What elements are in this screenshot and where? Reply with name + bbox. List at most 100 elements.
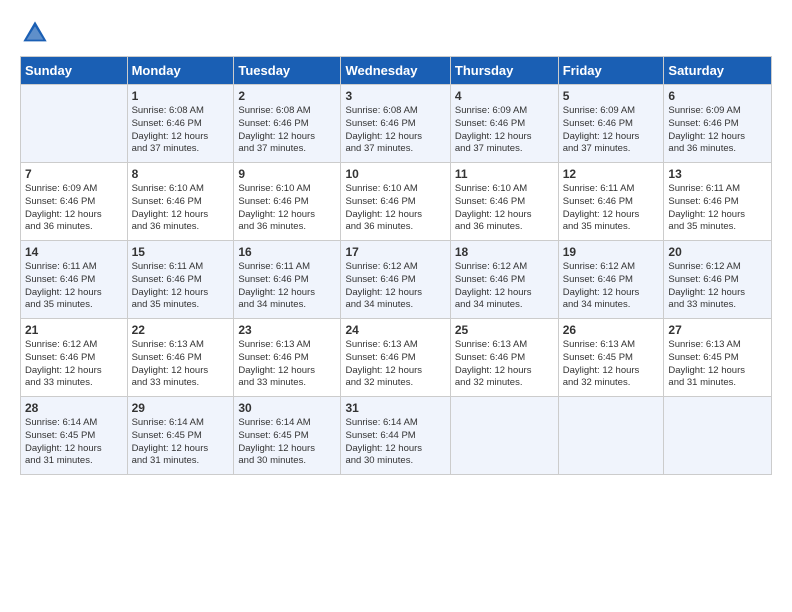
cell-info: Sunrise: 6:11 AM Sunset: 6:46 PM Dayligh… — [668, 183, 767, 234]
week-row-3: 14 Sunrise: 6:11 AM Sunset: 6:46 PM Dayli… — [21, 241, 772, 319]
calendar-cell: 25 Sunrise: 6:13 AM Sunset: 6:46 PM Dayli… — [450, 319, 558, 397]
cell-info: Sunrise: 6:13 AM Sunset: 6:46 PM Dayligh… — [345, 339, 445, 390]
calendar-cell: 16Sunrise: 6:11 AM Sunset: 6:46 PM Dayli… — [234, 241, 341, 319]
day-number: 4 — [455, 89, 554, 103]
day-number: 27 — [668, 323, 767, 337]
day-number: 17 — [345, 245, 445, 259]
week-row-2: 7Sunrise: 6:09 AM Sunset: 6:46 PM Daylig… — [21, 163, 772, 241]
day-number: 28 — [25, 401, 123, 415]
week-row-1: 1 Sunrise: 6:08 AM Sunset: 6:46 PM Daylig… — [21, 85, 772, 163]
day-number: 19 — [563, 245, 660, 259]
day-number: 2 — [238, 89, 336, 103]
week-row-5: 28 Sunrise: 6:14 AM Sunset: 6:45 PM Dayli… — [21, 397, 772, 475]
calendar-cell — [21, 85, 128, 163]
day-number: 12 — [563, 167, 660, 181]
day-number: 5 — [563, 89, 660, 103]
day-number: 15 — [132, 245, 230, 259]
calendar-cell: 14 Sunrise: 6:11 AM Sunset: 6:46 PM Dayli… — [21, 241, 128, 319]
cell-info: Sunrise: 6:14 AM Sunset: 6:44 PM Dayligh… — [345, 417, 445, 468]
calendar-cell: 30 Sunrise: 6:14 AM Sunset: 6:45 PM Dayli… — [234, 397, 341, 475]
cell-info: Sunrise: 6:09 AM Sunset: 6:46 PM Dayligh… — [668, 105, 767, 156]
calendar-table: SundayMondayTuesdayWednesdayThursdayFrid… — [20, 56, 772, 475]
day-number: 6 — [668, 89, 767, 103]
cell-info: Sunrise: 6:14 AM Sunset: 6:45 PM Dayligh… — [132, 417, 230, 468]
day-number: 22 — [132, 323, 230, 337]
day-number: 7 — [25, 167, 123, 181]
cell-info: Sunrise: 6:12 AM Sunset: 6:46 PM Dayligh… — [563, 261, 660, 312]
day-number: 10 — [345, 167, 445, 181]
calendar-cell: 17 Sunrise: 6:12 AM Sunset: 6:46 PM Dayli… — [341, 241, 450, 319]
cell-info: Sunrise: 6:13 AM Sunset: 6:45 PM Dayligh… — [668, 339, 767, 390]
day-number: 25 — [455, 323, 554, 337]
calendar-cell: 31 Sunrise: 6:14 AM Sunset: 6:44 PM Dayli… — [341, 397, 450, 475]
day-number: 11 — [455, 167, 554, 181]
weekday-header-wednesday: Wednesday — [341, 57, 450, 85]
calendar-cell: 26 Sunrise: 6:13 AM Sunset: 6:45 PM Dayli… — [558, 319, 664, 397]
calendar-cell — [450, 397, 558, 475]
cell-info: Sunrise: 6:12 AM Sunset: 6:46 PM Dayligh… — [345, 261, 445, 312]
calendar-cell: 29 Sunrise: 6:14 AM Sunset: 6:45 PM Dayli… — [127, 397, 234, 475]
calendar-cell: 3Sunrise: 6:08 AM Sunset: 6:46 PM Daylig… — [341, 85, 450, 163]
calendar-cell: 11 Sunrise: 6:10 AM Sunset: 6:46 PM Dayli… — [450, 163, 558, 241]
calendar-cell: 1 Sunrise: 6:08 AM Sunset: 6:46 PM Daylig… — [127, 85, 234, 163]
calendar-cell: 6 Sunrise: 6:09 AM Sunset: 6:46 PM Daylig… — [664, 85, 772, 163]
calendar-cell: 22 Sunrise: 6:13 AM Sunset: 6:46 PM Dayli… — [127, 319, 234, 397]
day-number: 24 — [345, 323, 445, 337]
cell-info: Sunrise: 6:13 AM Sunset: 6:45 PM Dayligh… — [563, 339, 660, 390]
day-number: 3 — [345, 89, 445, 103]
calendar-cell: 21Sunrise: 6:12 AM Sunset: 6:46 PM Dayli… — [21, 319, 128, 397]
day-number: 30 — [238, 401, 336, 415]
cell-info: Sunrise: 6:09 AM Sunset: 6:46 PM Dayligh… — [563, 105, 660, 156]
cell-info: Sunrise: 6:14 AM Sunset: 6:45 PM Dayligh… — [238, 417, 336, 468]
cell-info: Sunrise: 6:10 AM Sunset: 6:46 PM Dayligh… — [345, 183, 445, 234]
day-number: 18 — [455, 245, 554, 259]
page-container: SundayMondayTuesdayWednesdayThursdayFrid… — [0, 0, 792, 485]
calendar-cell: 10 Sunrise: 6:10 AM Sunset: 6:46 PM Dayli… — [341, 163, 450, 241]
cell-info: Sunrise: 6:14 AM Sunset: 6:45 PM Dayligh… — [25, 417, 123, 468]
day-number: 13 — [668, 167, 767, 181]
day-number: 29 — [132, 401, 230, 415]
cell-info: Sunrise: 6:08 AM Sunset: 6:46 PM Dayligh… — [238, 105, 336, 156]
day-number: 1 — [132, 89, 230, 103]
calendar-cell: 2 Sunrise: 6:08 AM Sunset: 6:46 PM Daylig… — [234, 85, 341, 163]
weekday-header-saturday: Saturday — [664, 57, 772, 85]
cell-info: Sunrise: 6:08 AM Sunset: 6:46 PM Dayligh… — [132, 105, 230, 156]
cell-info: Sunrise: 6:10 AM Sunset: 6:46 PM Dayligh… — [455, 183, 554, 234]
cell-info: Sunrise: 6:12 AM Sunset: 6:46 PM Dayligh… — [668, 261, 767, 312]
logo-icon — [20, 18, 50, 48]
cell-info: Sunrise: 6:13 AM Sunset: 6:46 PM Dayligh… — [455, 339, 554, 390]
calendar-cell: 24 Sunrise: 6:13 AM Sunset: 6:46 PM Dayli… — [341, 319, 450, 397]
cell-info: Sunrise: 6:11 AM Sunset: 6:46 PM Dayligh… — [132, 261, 230, 312]
cell-info: Sunrise: 6:11 AM Sunset: 6:46 PM Dayligh… — [563, 183, 660, 234]
cell-info: Sunrise: 6:09 AM Sunset: 6:46 PM Dayligh… — [455, 105, 554, 156]
calendar-cell: 13 Sunrise: 6:11 AM Sunset: 6:46 PM Dayli… — [664, 163, 772, 241]
day-number: 31 — [345, 401, 445, 415]
day-number: 21 — [25, 323, 123, 337]
calendar-cell — [558, 397, 664, 475]
calendar-cell: 9Sunrise: 6:10 AM Sunset: 6:46 PM Daylig… — [234, 163, 341, 241]
calendar-cell — [664, 397, 772, 475]
day-number: 20 — [668, 245, 767, 259]
cell-info: Sunrise: 6:11 AM Sunset: 6:46 PM Dayligh… — [238, 261, 336, 312]
calendar-cell: 15 Sunrise: 6:11 AM Sunset: 6:46 PM Dayli… — [127, 241, 234, 319]
day-number: 26 — [563, 323, 660, 337]
logo — [20, 18, 54, 48]
weekday-header-monday: Monday — [127, 57, 234, 85]
calendar-cell: 28 Sunrise: 6:14 AM Sunset: 6:45 PM Dayli… — [21, 397, 128, 475]
cell-info: Sunrise: 6:11 AM Sunset: 6:46 PM Dayligh… — [25, 261, 123, 312]
calendar-cell: 23 Sunrise: 6:13 AM Sunset: 6:46 PM Dayli… — [234, 319, 341, 397]
day-number: 9 — [238, 167, 336, 181]
day-number: 8 — [132, 167, 230, 181]
calendar-cell: 19 Sunrise: 6:12 AM Sunset: 6:46 PM Dayli… — [558, 241, 664, 319]
calendar-cell: 5 Sunrise: 6:09 AM Sunset: 6:46 PM Daylig… — [558, 85, 664, 163]
week-row-4: 21Sunrise: 6:12 AM Sunset: 6:46 PM Dayli… — [21, 319, 772, 397]
day-number: 14 — [25, 245, 123, 259]
cell-info: Sunrise: 6:13 AM Sunset: 6:46 PM Dayligh… — [132, 339, 230, 390]
calendar-cell: 4 Sunrise: 6:09 AM Sunset: 6:46 PM Daylig… — [450, 85, 558, 163]
header — [20, 18, 772, 48]
weekday-header-thursday: Thursday — [450, 57, 558, 85]
weekday-header-tuesday: Tuesday — [234, 57, 341, 85]
day-number: 23 — [238, 323, 336, 337]
cell-info: Sunrise: 6:13 AM Sunset: 6:46 PM Dayligh… — [238, 339, 336, 390]
calendar-cell: 12 Sunrise: 6:11 AM Sunset: 6:46 PM Dayli… — [558, 163, 664, 241]
